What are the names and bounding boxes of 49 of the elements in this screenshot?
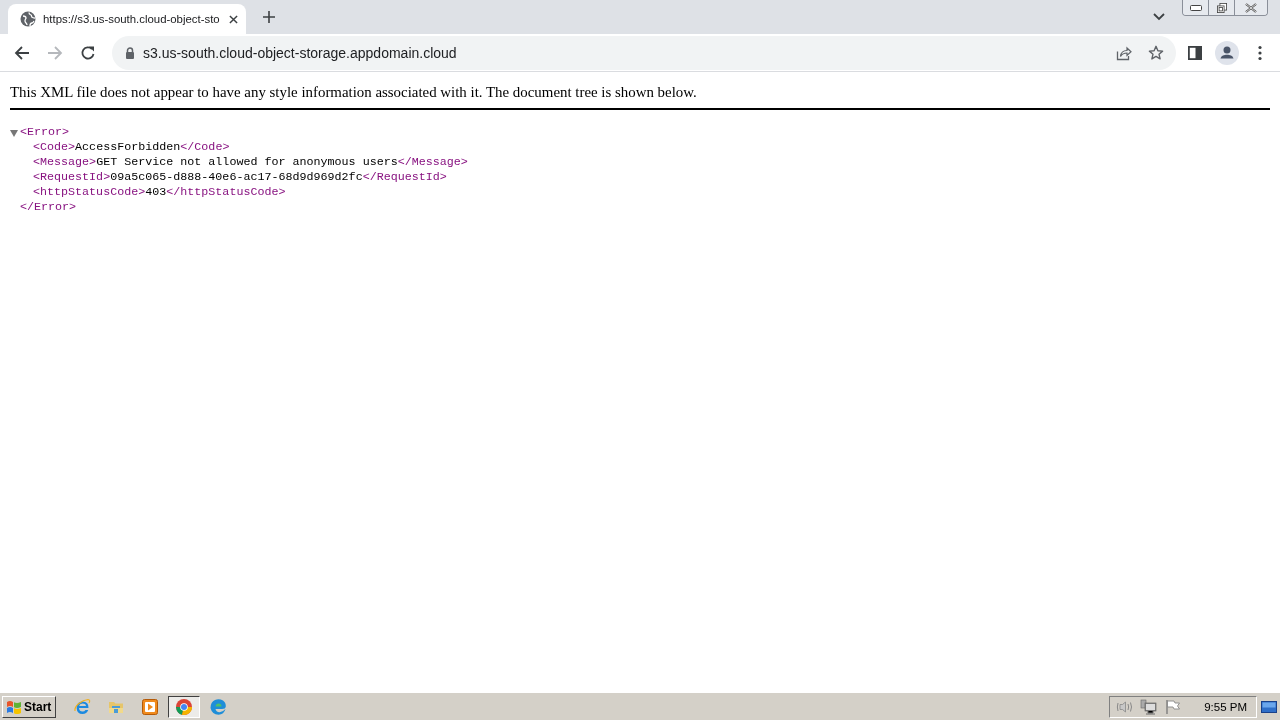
show-desktop-icon[interactable]: [1261, 700, 1277, 713]
address-bar[interactable]: s3.us-south.cloud-object-storage.appdomain.cloud: [112, 35, 1176, 70]
xml-close-tag: </Message>: [397, 155, 468, 170]
xml-open-tag: <RequestId>: [33, 170, 111, 185]
profile-icon[interactable]: [1215, 40, 1239, 65]
taskbar-app-button[interactable]: [168, 695, 201, 718]
lock-icon[interactable]: [125, 46, 135, 59]
network-icon[interactable]: [1140, 698, 1159, 715]
xml-notice-text: This XML file does not appear to have any style information associated with it. The document tree is shown below.: [10, 72, 1270, 110]
minimize-icon: [1189, 2, 1202, 13]
xml-close-tag: </RequestId>: [362, 170, 447, 185]
xml-open-tag: <Code>: [33, 140, 76, 155]
letter-e-icon: [73, 697, 92, 716]
collapse-triangle-icon[interactable]: [10, 128, 18, 137]
xml-value: 403: [145, 185, 167, 200]
xml-close-tag: </httpStatusCode>: [166, 185, 286, 200]
minimize-button[interactable]: [1183, 0, 1208, 15]
side-panel-icon[interactable]: [1188, 45, 1202, 60]
xml-open-tag: <Message>: [33, 155, 97, 170]
flag-icon[interactable]: [1164, 698, 1183, 715]
url-text: s3.us-south.cloud-object-storage.appdomain.cloud: [143, 44, 457, 61]
close-icon: [1245, 2, 1257, 13]
chevron-down-icon[interactable]: [1153, 13, 1165, 21]
reload-icon[interactable]: [80, 44, 96, 61]
xml-open-tag: <httpStatusCode>: [33, 185, 146, 200]
four-pane-logo-icon: [6, 699, 22, 714]
share-icon[interactable]: [1116, 44, 1132, 61]
ring-logo-icon: [175, 697, 194, 716]
tab-title: https://s3.us-south.cloud-object-sto: [43, 13, 221, 25]
xml-close-tag: </Code>: [180, 140, 230, 155]
wave-logo-icon: [209, 697, 228, 716]
xml-value: 09a5c065-d888-40e6-ac17-68d9d969d2fc: [110, 170, 363, 185]
globe-icon: [20, 11, 36, 27]
restore-icon: [1215, 2, 1228, 13]
xml-close-tag: </Error>: [20, 200, 77, 215]
star-icon[interactable]: [1148, 44, 1164, 61]
clock-text[interactable]: 9:55 PM: [1204, 700, 1247, 713]
xml-value: AccessForbidden: [75, 140, 181, 155]
start-button[interactable]: Start: [2, 695, 57, 718]
plus-icon[interactable]: [263, 11, 275, 23]
close-window-button[interactable]: [1234, 0, 1267, 15]
back-icon[interactable]: [14, 44, 30, 61]
xml-open-tag: <Error>: [20, 125, 70, 140]
menu-icon[interactable]: [1258, 44, 1262, 61]
play-icon: [141, 697, 160, 716]
restore-button[interactable]: [1208, 0, 1234, 15]
xml-value: GET Service not allowed for anonymous users: [96, 155, 398, 170]
close-icon[interactable]: [229, 14, 238, 24]
browser-tab[interactable]: https://s3.us-south.cloud-object-sto: [8, 4, 246, 34]
